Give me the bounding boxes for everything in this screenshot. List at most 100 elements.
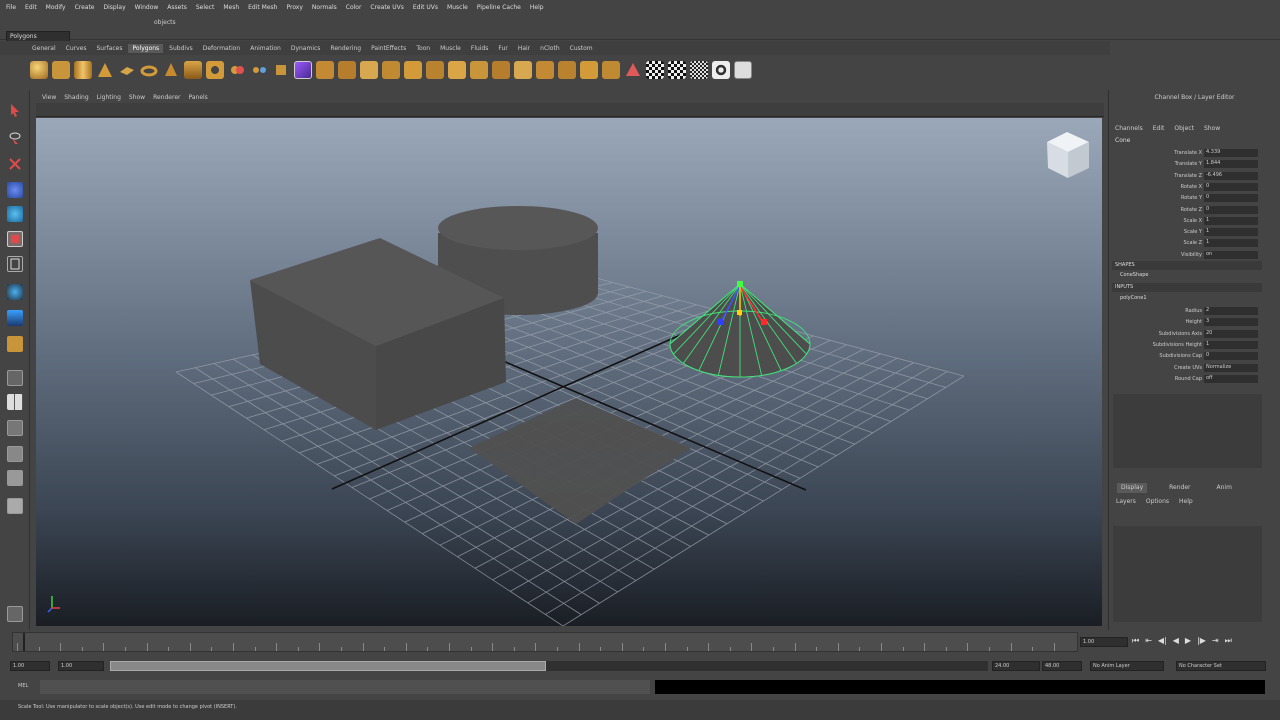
anim-start-field[interactable]: 1.00	[10, 661, 50, 671]
poke-icon[interactable]	[514, 61, 532, 79]
anim-end-field[interactable]: 48.00	[1042, 661, 1082, 671]
panel-menu-renderer[interactable]: Renderer	[153, 94, 180, 101]
smooth-icon[interactable]	[294, 61, 312, 79]
layout-icon[interactable]	[7, 498, 23, 514]
channel-value[interactable]: 2	[1204, 307, 1258, 315]
channel-value[interactable]: 1	[1204, 216, 1258, 225]
current-frame-field[interactable]: 1.00	[1080, 637, 1128, 647]
layer-tab-anim[interactable]: Anim	[1213, 483, 1236, 493]
channel-value[interactable]: 0	[1204, 194, 1258, 203]
menu-file[interactable]: File	[6, 4, 16, 11]
menu-display[interactable]: Display	[104, 4, 126, 11]
outliner-icon[interactable]	[7, 606, 23, 622]
menu-normals[interactable]: Normals	[312, 4, 337, 11]
channel-label[interactable]: Create UVs	[1174, 365, 1202, 371]
mesh-info-icon[interactable]	[734, 61, 752, 79]
channel-value[interactable]: Normalize	[1204, 363, 1258, 372]
lasso-tool-icon[interactable]	[7, 130, 23, 146]
cone-icon[interactable]	[96, 61, 114, 79]
perspective-viewport[interactable]	[36, 118, 1102, 626]
anim-layer-field[interactable]: No Anim Layer	[1090, 661, 1164, 671]
channel-label[interactable]: Rotate Z	[1181, 207, 1202, 213]
sphere-icon[interactable]	[30, 61, 48, 79]
channel-label[interactable]: Translate X	[1174, 150, 1202, 156]
shelf-tab-animation[interactable]: Animation	[246, 44, 285, 53]
single-pane-icon[interactable]	[7, 370, 23, 386]
checker-icon[interactable]	[646, 61, 664, 79]
persp-outliner-icon[interactable]	[7, 420, 23, 436]
menu-window[interactable]: Window	[135, 4, 159, 11]
torus-icon[interactable]	[140, 61, 158, 79]
layer-tab-render[interactable]: Render	[1165, 483, 1194, 493]
combine-icon[interactable]	[228, 61, 246, 79]
range-slider[interactable]	[110, 661, 988, 671]
menu-muscle[interactable]: Muscle	[447, 4, 468, 11]
range-start-field[interactable]: 1.00	[58, 661, 104, 671]
bridge-icon[interactable]	[338, 61, 356, 79]
command-lang-label[interactable]: MEL	[18, 683, 28, 689]
hypershade-icon[interactable]	[7, 470, 23, 486]
character-set-field[interactable]: No Character Set	[1176, 661, 1266, 671]
shape-name[interactable]: ConeShape	[1120, 272, 1148, 278]
channel-value[interactable]: 1	[1204, 340, 1258, 349]
checker-2-icon[interactable]	[668, 61, 686, 79]
pyramid-icon[interactable]	[184, 61, 202, 79]
menu-modify[interactable]: Modify	[46, 4, 66, 11]
channel-menu-show[interactable]: Show	[1204, 125, 1220, 132]
menu-select[interactable]: Select	[196, 4, 215, 11]
shelf-tab-fur[interactable]: Fur	[494, 44, 511, 53]
play-forward-icon[interactable]: ▶	[1185, 636, 1191, 646]
append-icon[interactable]	[360, 61, 378, 79]
shelf-tab-general[interactable]: General	[28, 44, 60, 53]
channel-label[interactable]: Height	[1185, 319, 1202, 325]
extract-icon[interactable]	[272, 61, 290, 79]
step-back-icon[interactable]: ◀|	[1158, 636, 1167, 646]
planar-map-icon[interactable]	[558, 61, 576, 79]
insert-loop-icon[interactable]	[404, 61, 422, 79]
channel-value[interactable]: off	[1204, 374, 1258, 383]
channel-value[interactable]: 1	[1204, 228, 1258, 237]
sculpt-icon[interactable]	[712, 61, 730, 79]
automatic-map-icon[interactable]	[624, 61, 642, 79]
menu-edit[interactable]: Edit	[25, 4, 37, 11]
shelf-tab-hair[interactable]: Hair	[514, 44, 534, 53]
move-tool-icon[interactable]	[7, 182, 23, 198]
last-tool-icon[interactable]	[7, 336, 23, 352]
shelf-tab-custom[interactable]: Custom	[566, 44, 597, 53]
step-forward-icon[interactable]: |▶	[1197, 636, 1206, 646]
offset-loop-icon[interactable]	[426, 61, 444, 79]
separate-icon[interactable]	[250, 61, 268, 79]
shelf-tab-muscle[interactable]: Muscle	[436, 44, 465, 53]
merge-icon[interactable]	[448, 61, 466, 79]
cube-icon[interactable]	[52, 61, 70, 79]
channel-value[interactable]: 20	[1204, 329, 1258, 338]
uv-editor-icon[interactable]	[536, 61, 554, 79]
channel-label[interactable]: Scale Y	[1184, 229, 1202, 235]
shelf-tab-ncloth[interactable]: nCloth	[536, 44, 564, 53]
layer-menu-help[interactable]: Help	[1179, 498, 1193, 505]
step-forward-key-icon[interactable]: ⇥	[1212, 636, 1219, 646]
go-to-start-icon[interactable]: ⏮	[1132, 636, 1139, 646]
extrude-icon[interactable]	[316, 61, 334, 79]
channel-label[interactable]: Subdivisions Cap	[1159, 353, 1202, 359]
layer-tab-display[interactable]: Display	[1117, 483, 1148, 493]
channel-label[interactable]: Translate Y	[1175, 161, 1202, 167]
channel-menu-object[interactable]: Object	[1174, 125, 1194, 132]
channel-value[interactable]: 0	[1204, 352, 1258, 361]
layer-menu-options[interactable]: Options	[1146, 498, 1169, 505]
channel-value[interactable]: 0	[1204, 182, 1258, 191]
paint-select-icon[interactable]	[7, 156, 23, 172]
menu-help[interactable]: Help	[530, 4, 544, 11]
channel-label[interactable]: Rotate X	[1181, 184, 1202, 190]
shelf-tab-deformation[interactable]: Deformation	[199, 44, 244, 53]
go-to-end-icon[interactable]: ⏭	[1225, 636, 1232, 646]
menu-color[interactable]: Color	[346, 4, 362, 11]
universal-manip-icon[interactable]	[7, 256, 23, 272]
menu-create[interactable]: Create	[75, 4, 95, 11]
channel-label[interactable]: Round Cap	[1175, 376, 1202, 382]
channel-label[interactable]: Translate Z	[1174, 173, 1202, 179]
four-pane-icon[interactable]	[7, 394, 23, 410]
channel-label[interactable]: Radius	[1185, 308, 1202, 314]
range-slider-handle[interactable]	[110, 661, 546, 671]
command-input[interactable]	[40, 680, 650, 694]
